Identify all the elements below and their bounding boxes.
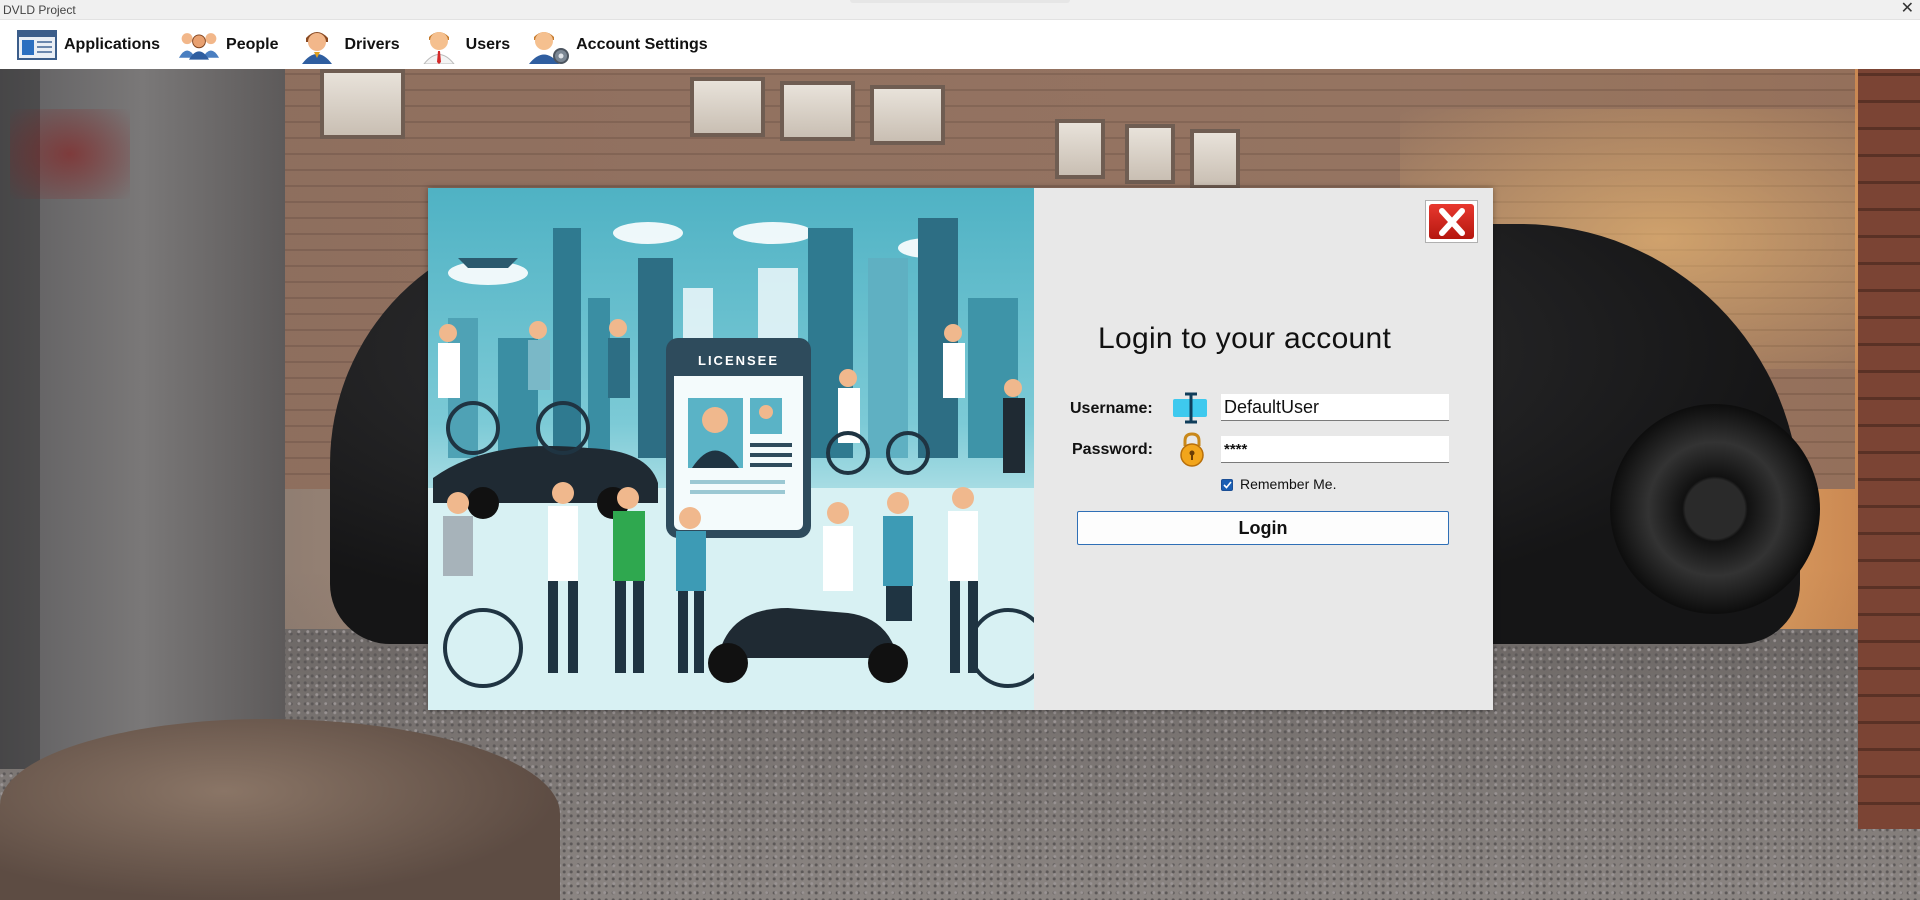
building-window <box>1125 124 1175 184</box>
dialog-close-button[interactable] <box>1425 200 1478 243</box>
username-field[interactable] <box>1221 394 1449 421</box>
lock-icon <box>1177 431 1207 467</box>
password-field[interactable] <box>1221 436 1449 463</box>
driver-icon <box>296 26 338 64</box>
menu-people[interactable]: People <box>176 23 286 67</box>
account-settings-icon <box>528 26 570 64</box>
car-wheel <box>1610 404 1820 614</box>
username-label: Username: <box>1070 400 1153 417</box>
menu-users[interactable]: Users <box>416 23 518 67</box>
license-badge-text: LICENSEE <box>698 353 780 368</box>
license-illustration: LICENSEE <box>428 188 1034 710</box>
building-window <box>870 85 945 145</box>
brick-column <box>1858 69 1920 829</box>
red-stain <box>10 109 130 199</box>
menu-bar: Applications People Drivers Users Accoun… <box>0 20 1920 69</box>
title-bar: DVLD Project ✕ <box>0 0 1920 20</box>
window-title: DVLD Project <box>3 3 76 17</box>
menu-account-settings[interactable]: Account Settings <box>526 23 716 67</box>
menu-people-label: People <box>226 35 279 53</box>
menu-users-label: Users <box>465 35 511 53</box>
close-icon <box>1429 204 1474 239</box>
building-window <box>780 81 855 141</box>
title-notch <box>850 0 1070 3</box>
applications-icon <box>16 26 58 64</box>
menu-account-settings-label: Account Settings <box>576 35 708 53</box>
login-title: Login to your account <box>1098 322 1392 355</box>
login-button[interactable]: Login <box>1077 511 1449 545</box>
password-label: Password: <box>1072 441 1153 458</box>
people-icon <box>178 26 220 64</box>
username-icon <box>1172 392 1210 424</box>
menu-drivers-label: Drivers <box>344 35 400 53</box>
building-window <box>1055 119 1105 179</box>
check-icon <box>1222 481 1232 489</box>
user-icon <box>418 26 460 64</box>
building-window <box>1190 129 1240 189</box>
building-window <box>320 69 405 139</box>
building-window <box>690 77 765 137</box>
menu-applications[interactable]: Applications <box>14 23 168 67</box>
menu-drivers[interactable]: Drivers <box>294 23 407 67</box>
remember-me-label[interactable]: Remember Me. <box>1240 476 1336 492</box>
menu-applications-label: Applications <box>64 35 161 53</box>
window-close-button[interactable]: ✕ <box>1901 0 1914 18</box>
remember-me-checkbox[interactable] <box>1221 479 1233 491</box>
